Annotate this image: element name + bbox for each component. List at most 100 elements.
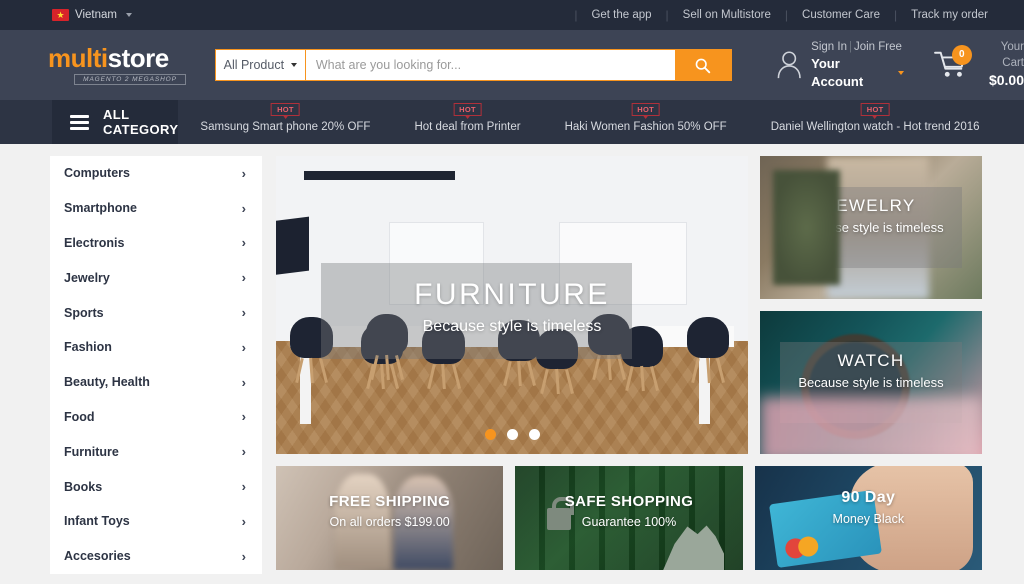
hot-badge: HOT bbox=[271, 103, 300, 116]
link-customer-care[interactable]: Customer Care bbox=[802, 9, 880, 21]
account-menu[interactable]: Sign In | Join Free Your Account bbox=[776, 40, 904, 91]
search-input[interactable] bbox=[305, 50, 675, 80]
carousel-dot-2[interactable] bbox=[506, 429, 518, 440]
all-category-label: ALL CATEGORY bbox=[103, 107, 179, 137]
hero-carousel[interactable]: FURNITURE Because style is timeless bbox=[276, 156, 748, 454]
hero-row: FURNITURE Because style is timeless JEWE… bbox=[276, 156, 982, 454]
sidebar-item-accesories[interactable]: Accesories › bbox=[50, 539, 262, 574]
your-account-dropdown[interactable]: Your Account bbox=[811, 55, 904, 90]
sidebar-item-sports[interactable]: Sports › bbox=[50, 295, 262, 330]
promo-safe-shopping[interactable]: SAFE SHOPPING Guarantee 100% bbox=[515, 466, 743, 570]
hot-deal-item[interactable]: HOT Daniel Wellington watch - Hot trend … bbox=[749, 103, 1002, 133]
promo-money-back[interactable]: 90 Day Money Black bbox=[754, 466, 982, 570]
carousel-dot-1[interactable] bbox=[484, 429, 496, 440]
search-category-select[interactable]: All Product bbox=[215, 50, 306, 80]
chevron-down-icon bbox=[291, 63, 298, 67]
sidebar-item-smartphone[interactable]: Smartphone › bbox=[50, 191, 262, 226]
country-selector[interactable]: ★ Vietnam bbox=[52, 9, 132, 21]
join-free-link[interactable]: Join Free bbox=[854, 41, 902, 53]
promo-title: SAFE SHOPPING bbox=[564, 493, 694, 511]
chevron-right-icon: › bbox=[241, 235, 246, 251]
divider: | bbox=[848, 40, 852, 53]
hero-subtitle: Because style is timeless bbox=[422, 318, 602, 336]
site-logo[interactable]: multistore MAGENTO 2 MEGASHOP bbox=[48, 45, 195, 85]
sidebar-item-label: Fashion bbox=[64, 340, 112, 355]
sidebar-item-infant-toys[interactable]: Infant Toys › bbox=[50, 504, 262, 539]
site-header: multistore MAGENTO 2 MEGASHOP All Produc… bbox=[0, 30, 1024, 100]
divider: | bbox=[893, 8, 898, 22]
link-sell-on-multistore[interactable]: Sell on Multistore bbox=[683, 9, 771, 21]
search-button[interactable] bbox=[674, 50, 731, 80]
all-category-button[interactable]: ALL CATEGORY bbox=[52, 100, 179, 144]
chevron-right-icon: › bbox=[241, 270, 246, 286]
chevron-right-icon: › bbox=[241, 339, 246, 355]
logo-text-multi: multi bbox=[48, 43, 108, 73]
sidebar-item-computers[interactable]: Computers › bbox=[50, 156, 262, 191]
cart-count-badge: 0 bbox=[951, 44, 972, 65]
sidebar-item-furniture[interactable]: Furniture › bbox=[50, 434, 262, 469]
divider: | bbox=[665, 8, 669, 22]
carousel-dot-3[interactable] bbox=[528, 429, 540, 440]
link-track-my-order[interactable]: Track my order bbox=[911, 9, 988, 21]
cart-labels: Your Cart $0.00 bbox=[978, 40, 1024, 90]
banner-caption: WATCH Because style is timeless bbox=[760, 351, 982, 390]
sidebar-item-label: Computers bbox=[64, 166, 130, 181]
your-account-label: Your Account bbox=[811, 56, 864, 89]
promo-caption: FREE SHIPPING On all orders $199.00 bbox=[276, 493, 503, 529]
banner-watch[interactable]: WATCH Because style is timeless bbox=[760, 311, 982, 454]
chevron-right-icon: › bbox=[241, 305, 246, 321]
chevron-down-icon bbox=[125, 13, 132, 17]
cart-total: $0.00 bbox=[988, 72, 1024, 89]
hot-deal-label: Hot deal from Printer bbox=[414, 121, 521, 133]
country-label: Vietnam bbox=[75, 9, 117, 21]
sidebar-item-label: Electronis bbox=[64, 235, 125, 250]
sidebar-item-label: Books bbox=[64, 479, 103, 494]
cart-widget[interactable]: 0 Your Cart $0.00 bbox=[933, 40, 1024, 90]
chevron-right-icon: › bbox=[241, 409, 246, 425]
promo-subtitle: On all orders $199.00 bbox=[329, 515, 450, 530]
banner-jewelry[interactable]: JEWELRY Because style is timeless bbox=[760, 156, 982, 299]
sidebar-item-label: Jewelry bbox=[64, 270, 110, 285]
sidebar-item-electronis[interactable]: Electronis › bbox=[50, 226, 262, 261]
top-bar-links: | Get the app | Sell on Multistore | Cus… bbox=[560, 8, 988, 22]
promo-subtitle: Money Black bbox=[832, 511, 905, 526]
sidebar-item-fashion[interactable]: Fashion › bbox=[50, 330, 262, 365]
hot-deal-item[interactable]: HOT Samsung Smart phone 20% OFF bbox=[178, 103, 392, 133]
banner-caption: JEWELRY Because style is timeless bbox=[760, 196, 982, 235]
promo-subtitle: Guarantee 100% bbox=[581, 515, 677, 530]
account-labels: Sign In | Join Free Your Account bbox=[811, 40, 904, 91]
sidebar-item-jewelry[interactable]: Jewelry › bbox=[50, 260, 262, 295]
hot-deals-list: HOT Samsung Smart phone 20% OFF HOT Hot … bbox=[178, 100, 1024, 144]
hot-deal-item[interactable]: HOT Hot deal from Printer bbox=[392, 103, 542, 133]
sidebar-item-label: Beauty, Health bbox=[64, 375, 150, 390]
banner-title: JEWELRY bbox=[826, 196, 916, 216]
cart-icon-wrapper: 0 bbox=[933, 44, 972, 81]
sidebar-item-books[interactable]: Books › bbox=[50, 469, 262, 504]
hot-deal-item[interactable]: HOT Haki Women Fashion 50% OFF bbox=[543, 103, 749, 133]
sidebar-item-food[interactable]: Food › bbox=[50, 400, 262, 435]
chevron-right-icon: › bbox=[241, 200, 246, 216]
sidebar-item-beauty-health[interactable]: Beauty, Health › bbox=[50, 365, 262, 400]
search-icon bbox=[695, 58, 711, 73]
link-get-the-app[interactable]: Get the app bbox=[591, 9, 651, 21]
page-content: Computers › Smartphone › Electronis › Je… bbox=[0, 144, 1024, 574]
hot-deal-label: Samsung Smart phone 20% OFF bbox=[200, 121, 371, 133]
chevron-right-icon: › bbox=[241, 444, 246, 460]
divider: | bbox=[574, 8, 578, 22]
hero-title: FURNITURE bbox=[414, 278, 610, 312]
chevron-right-icon: › bbox=[241, 374, 246, 390]
hot-deal-label: Haki Women Fashion 50% OFF bbox=[564, 121, 727, 133]
sign-in-link[interactable]: Sign In bbox=[811, 41, 847, 53]
search-bar: All Product bbox=[214, 49, 732, 81]
sidebar-item-label: Accesories bbox=[64, 549, 131, 564]
category-sidebar: Computers › Smartphone › Electronis › Je… bbox=[50, 156, 262, 574]
promo-free-shipping[interactable]: FREE SHIPPING On all orders $199.00 bbox=[276, 466, 504, 570]
search-category-label: All Product bbox=[223, 58, 285, 72]
hot-badge: HOT bbox=[631, 103, 660, 116]
sidebar-item-label: Infant Toys bbox=[64, 514, 130, 529]
banner-title: WATCH bbox=[837, 351, 905, 371]
sidebar-item-label: Furniture bbox=[64, 444, 119, 459]
account-auth-links: Sign In | Join Free bbox=[811, 40, 904, 56]
cart-label: Your Cart bbox=[1000, 41, 1024, 69]
hamburger-icon bbox=[70, 114, 89, 130]
